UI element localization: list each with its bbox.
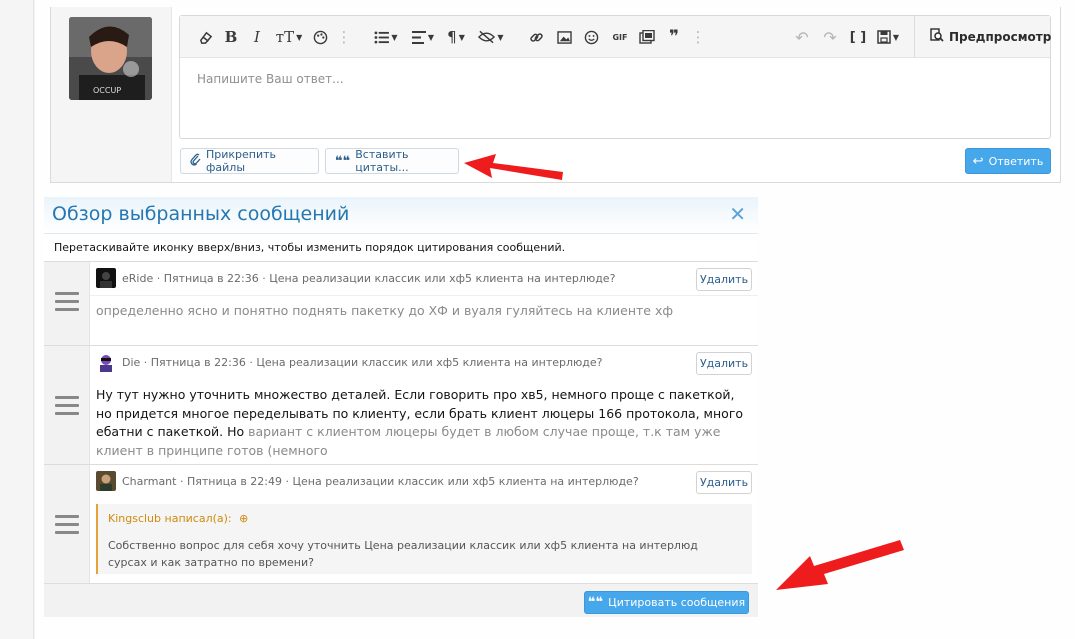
overlay-hint: Перетаскивайте иконку вверх/вниз, чтобы … [54,241,566,254]
attach-files-button[interactable]: Прикрепить файлы [180,148,319,174]
avatar[interactable] [96,352,116,372]
overlay-title: Обзор выбранных сообщений [52,203,350,225]
insert-quotes-button[interactable]: ❝❝ Вставить цитаты... [325,148,459,174]
editor-placeholder[interactable]: Напишите Ваш ответ... [197,72,344,86]
red-arrow-annotation [776,540,904,590]
selected-messages-overlay: Обзор выбранных сообщений ✕ Перетаскивай… [44,197,758,617]
preview-button[interactable]: Предпросмотр [914,16,1052,58]
close-icon[interactable]: ✕ [729,202,746,226]
preview-label: Предпросмотр [949,30,1052,44]
bbcode-icon[interactable]: [ ] [848,27,868,47]
message-meta-text: Die · Пятница в 22:36 · Цена реализации … [122,355,603,369]
reply-label: Ответить [988,154,1044,168]
media-icon[interactable] [637,27,657,47]
paragraph-icon[interactable]: ¶ ▼ [444,27,468,47]
hamburger-icon [55,396,79,420]
divider [90,295,758,296]
image-icon[interactable] [555,27,573,47]
reply-icon: ↩ [972,153,984,169]
hide-icon[interactable]: ▼ [476,27,506,47]
quoted-message: eRide · Пятница в 22:36 · Цена реализаци… [44,261,758,345]
avatar[interactable] [96,268,116,288]
message-meta: eRide · Пятница в 22:36 · Цена реализаци… [96,268,615,288]
text-size-icon[interactable]: тT ▼ [272,27,306,47]
svg-text:OCCUP: OCCUP [93,86,121,95]
quote-author-label: Kingsclub написал(а): [108,512,232,525]
left-gutter [0,0,34,639]
gif-icon[interactable]: GIF [610,27,630,47]
hamburger-icon [55,515,79,539]
attach-files-label: Прикрепить файлы [206,148,277,174]
eraser-icon[interactable] [196,27,214,47]
list-icon[interactable]: ▼ [372,27,400,47]
message-meta: Die · Пятница в 22:36 · Цена реализации … [96,352,603,372]
arrow-up-circle-icon[interactable]: ⊕ [239,512,248,525]
message-editor[interactable]: B I тT ▼ ⋮ ▼ ▼ ¶ ▼ ▼ GIF ❞ ⋮ ↶ ↷ [] ▼ П… [179,15,1051,139]
redo-icon[interactable]: ↷ [821,27,839,47]
reply-button[interactable]: ↩ Ответить [965,148,1051,174]
delete-button[interactable]: Удалить [696,268,752,291]
avatar[interactable] [96,471,116,491]
quote-block: Kingsclub написал(а): ⊕ Собственно вопро… [96,504,752,574]
quoted-message: Charmant · Пятница в 22:49 · Цена реализ… [44,464,758,583]
link-icon[interactable] [527,27,545,47]
more-icon[interactable]: ⋮ [337,27,352,47]
cite-messages-button[interactable]: ❝❝ Цитировать сообщения [584,591,749,614]
preview-icon [930,28,944,46]
message-text: определенно ясно и понятно поднять пакет… [96,303,674,318]
editor-toolbar: B I тT ▼ ⋮ ▼ ▼ ¶ ▼ ▼ GIF ❞ ⋮ ↶ ↷ [] ▼ П… [180,16,1052,58]
quote-author[interactable]: Kingsclub написал(а): ⊕ [108,512,248,525]
avatar[interactable]: OCCUP [69,17,152,100]
quote-icon[interactable]: ❞ [664,27,684,47]
more-icon[interactable]: ⋮ [691,27,706,47]
undo-icon[interactable]: ↶ [793,27,811,47]
smile-icon[interactable] [582,27,600,47]
message-meta-text: eRide · Пятница в 22:36 · Цена реализаци… [122,271,616,285]
drag-handle[interactable] [44,262,90,345]
message-meta-text: Charmant · Пятница в 22:49 · Цена реализ… [122,474,639,488]
paperclip-icon [190,153,201,169]
save-draft-icon[interactable]: ▼ [873,27,903,47]
message-meta: Charmant · Пятница в 22:49 · Цена реализ… [96,471,639,491]
drag-handle[interactable] [44,346,90,464]
quoted-message: Die · Пятница в 22:36 · Цена реализации … [44,345,758,464]
quote-icon: ❝❝ [335,153,351,169]
insert-quotes-label: Вставить цитаты... [355,148,409,174]
palette-icon[interactable] [311,27,329,47]
align-icon[interactable]: ▼ [409,27,437,47]
cite-messages-label: Цитировать сообщения [608,596,746,609]
user-column: OCCUP [51,7,172,182]
red-arrow-annotation [464,154,563,180]
italic-icon[interactable]: I [248,27,266,47]
drag-handle[interactable] [44,465,90,583]
overlay-header: Обзор выбранных сообщений ✕ [44,197,758,234]
quote-text: Собственно вопрос для себя хочу уточнить… [108,539,698,569]
bold-icon[interactable]: B [222,27,240,47]
delete-button[interactable]: Удалить [696,352,752,375]
quote-icon: ❝❝ [587,595,604,610]
message-text: Ну тут нужно уточнить множество деталей.… [96,386,746,460]
delete-button[interactable]: Удалить [696,471,752,494]
overlay-footer: ❝❝ Цитировать сообщения [44,583,758,617]
hamburger-icon [55,292,79,316]
